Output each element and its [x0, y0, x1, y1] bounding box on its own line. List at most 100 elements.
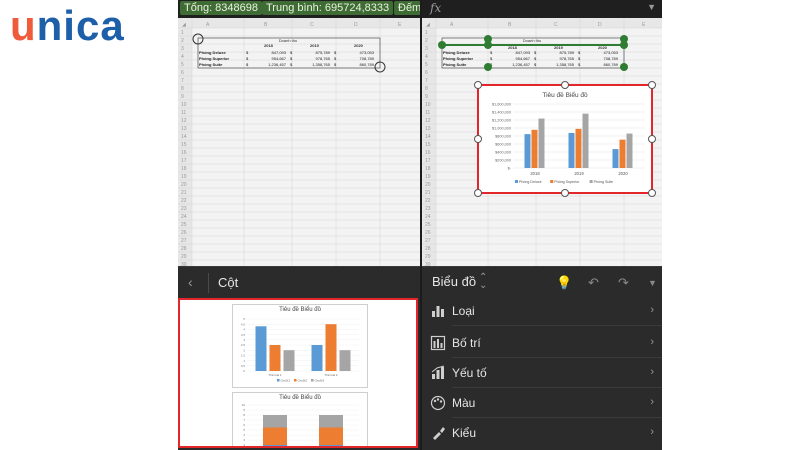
bar-segment	[263, 445, 287, 446]
menu-item-type[interactable]: Loại ›	[422, 298, 662, 326]
lightbulb-icon[interactable]: 💡	[556, 275, 572, 291]
resize-handle-icon[interactable]	[474, 81, 482, 89]
row-number: 15	[425, 142, 431, 148]
spreadsheet-grid[interactable]: 1 2 3 4 5 6 7 8 9 10 11 12 13 14 15 16 17 18 19 20 21 22 23 24 2…	[422, 18, 662, 268]
resize-handle-icon[interactable]	[648, 135, 656, 143]
row-number: 10	[425, 102, 431, 108]
row-number: 21	[425, 190, 431, 196]
row-label: Phòng Suite	[443, 62, 467, 67]
row-number: 8	[425, 86, 428, 92]
resize-handle-icon[interactable]	[648, 81, 656, 89]
resize-handle-icon[interactable]	[561, 189, 569, 197]
bar-segment	[319, 415, 343, 428]
row-number: 1	[425, 30, 428, 36]
currency-cell: $	[334, 50, 337, 55]
clustered-column-option[interactable]: Tiêu đề Biểu đồ 5 4.5 4 3.5 3 2.5 2 1.5 1 0.5 0 Thể…	[232, 304, 368, 388]
col-header-d: D	[598, 22, 602, 28]
row-number: 20	[425, 182, 431, 188]
spreadsheet-grid[interactable]: 1 2 3 4 5 6 7 8 9 10 11 12 13 14 15 16 17 18 19 20 21 22 23 24 2…	[178, 18, 420, 268]
row-label: Phòng Suite	[199, 62, 223, 67]
y-tick-label: $1,400,000	[492, 111, 511, 115]
bar-segment	[263, 427, 287, 445]
formula-bar[interactable]: fx ▼	[422, 0, 662, 18]
row-number: 21	[181, 190, 187, 196]
menu-item-label: Màu	[452, 396, 476, 410]
resize-handle-icon[interactable]	[561, 81, 569, 89]
row-number: 19	[181, 174, 187, 180]
row-number: 5	[181, 62, 184, 68]
row-number: 4	[181, 54, 184, 60]
chart-type-icon	[432, 306, 444, 317]
chart-type-label: Cột	[218, 275, 239, 290]
y-tick-label: $400,000	[495, 151, 511, 155]
row-number: 8	[181, 86, 184, 92]
currency-cell: $	[578, 50, 581, 55]
menu-item-color[interactable]: Màu ›	[422, 390, 662, 418]
chevron-down-icon[interactable]: ▼	[648, 278, 657, 288]
row-label: Phòng Deluxe	[199, 50, 226, 55]
x-tick-label: 2019	[574, 171, 584, 176]
chart-object[interactable]: Tiêu đề Biểu đồ $1,600,000 $1,400,000 $1,20…	[474, 81, 656, 197]
row-number: 29	[425, 254, 431, 260]
y-tick-label: 2	[243, 443, 245, 447]
row-number: 28	[181, 246, 187, 252]
sum-stat[interactable]: Tổng: 8348698	[180, 1, 263, 15]
currency-cell: $	[534, 62, 537, 67]
value-cell: 473,053	[360, 50, 375, 55]
x-tick-label: 2020	[618, 171, 628, 176]
bar	[582, 113, 589, 168]
value-cell: 978,765	[316, 56, 331, 61]
redo-icon[interactable]: ↷	[618, 275, 629, 291]
value-cell: 954,667	[272, 56, 287, 61]
chevron-down-icon[interactable]: ▼	[647, 2, 656, 12]
value-cell: 875,789	[560, 50, 575, 55]
stacked-column-option[interactable]: Tiêu đề Biểu đồ 109876543210	[232, 392, 368, 447]
legend-swatch	[294, 379, 297, 382]
value-cell: 1,236,457	[268, 62, 287, 67]
menu-item-style[interactable]: Kiểu ›	[422, 420, 662, 448]
bar	[575, 128, 582, 168]
legend-entry: Phòng Deluxe	[519, 180, 542, 184]
divider	[208, 273, 209, 293]
row-number: 3	[181, 46, 184, 52]
mini-chart-canvas: 109876543210	[242, 403, 359, 447]
resize-handle-icon[interactable]	[474, 135, 482, 143]
y-tick-label: 4	[243, 328, 245, 332]
y-tick-label: $1,000,000	[492, 127, 511, 131]
menu-item-label: Loại	[452, 304, 475, 318]
resize-handle-icon[interactable]	[474, 189, 482, 197]
resize-handle-icon[interactable]	[648, 189, 656, 197]
currency-cell: $	[490, 50, 493, 55]
row-number: 18	[425, 166, 431, 172]
bar	[325, 324, 337, 371]
menu-item-elements[interactable]: Yếu tố ›	[422, 360, 662, 388]
legend-entry: Chuỗi2	[298, 378, 308, 383]
table-title: Doanh thu	[523, 38, 541, 43]
y-tick-label: 6	[243, 423, 245, 427]
menu-item-layout[interactable]: Bố trí ›	[422, 330, 662, 358]
undo-icon[interactable]: ↶	[588, 275, 599, 291]
average-stat[interactable]: Trung bình: 695724,8333	[262, 1, 394, 15]
bar	[531, 129, 538, 168]
menu-item-label: Kiểu	[452, 426, 477, 440]
y-tick-label: 2.5	[241, 343, 246, 347]
back-chevron-icon[interactable]: ‹	[188, 274, 193, 290]
y-tick-label: $-	[508, 167, 512, 171]
y-tick-label: 4	[243, 433, 245, 437]
table-title: Doanh thu	[279, 38, 297, 43]
col-header-c: C	[554, 22, 558, 28]
row-number: 13	[181, 126, 187, 132]
bar	[339, 350, 351, 371]
row-number: 24	[425, 214, 431, 220]
divider	[452, 387, 662, 388]
currency-cell: $	[534, 50, 537, 55]
y-tick-label: 1	[243, 359, 245, 363]
y-tick-label: $600,000	[495, 143, 511, 147]
layout-icon	[430, 335, 446, 351]
row-number: 17	[425, 158, 431, 164]
updown-icon[interactable]: ⌃ ⌄	[479, 273, 487, 291]
y-tick-label: 8	[243, 413, 245, 417]
chart-style-gallery[interactable]: Tiêu đề Biểu đồ 5 4.5 4 3.5 3 2.5 2 1.5 1 0.5 0 Thể…	[178, 298, 418, 448]
row-number: 22	[425, 198, 431, 204]
bar	[619, 139, 626, 168]
